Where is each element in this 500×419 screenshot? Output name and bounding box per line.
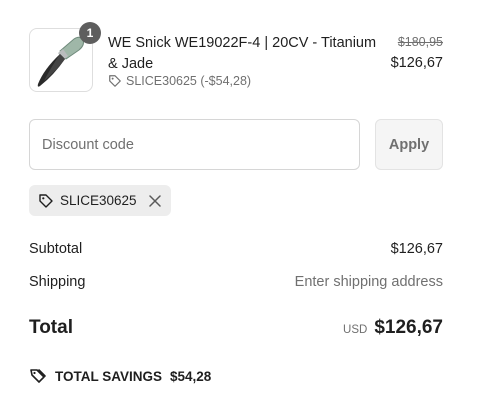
- subtotal-label: Subtotal: [29, 241, 83, 257]
- tag-icon: [109, 75, 121, 87]
- remove-discount-button[interactable]: [148, 194, 161, 207]
- tags-icon: [30, 369, 46, 383]
- quantity-badge: 1: [79, 22, 101, 44]
- product-title: WE Snick WE19022F-4 | 20CV - Titanium & …: [108, 35, 377, 72]
- total-label: Total: [29, 317, 73, 338]
- current-price: $126,67: [390, 55, 443, 71]
- original-price: $180,95: [397, 35, 443, 49]
- applied-code-label: SLICE30625: [60, 193, 137, 208]
- shipping-label: Shipping: [29, 274, 86, 290]
- product-discount-line: SLICE30625 (-$54,28): [108, 74, 251, 88]
- product-discount-text: SLICE30625 (-$54,28): [126, 74, 252, 88]
- savings-label: TOTAL SAVINGS: [55, 368, 163, 384]
- currency-code: USD: [343, 324, 368, 336]
- total-savings: TOTAL SAVINGS $54,28: [29, 367, 211, 385]
- shipping-value: Enter shipping address: [294, 274, 443, 290]
- subtotal-value: $126,67: [390, 241, 443, 257]
- close-icon[interactable]: [148, 194, 161, 207]
- total-value: $126,67: [374, 317, 443, 338]
- tag-icon: [39, 193, 53, 208]
- apply-button[interactable]: Apply: [375, 119, 443, 170]
- discount-code-input[interactable]: [29, 119, 360, 170]
- total-amount: USD $126,67: [343, 317, 443, 339]
- applied-discount-chip: SLICE30625: [29, 185, 171, 216]
- savings-value: $54,28: [170, 368, 212, 384]
